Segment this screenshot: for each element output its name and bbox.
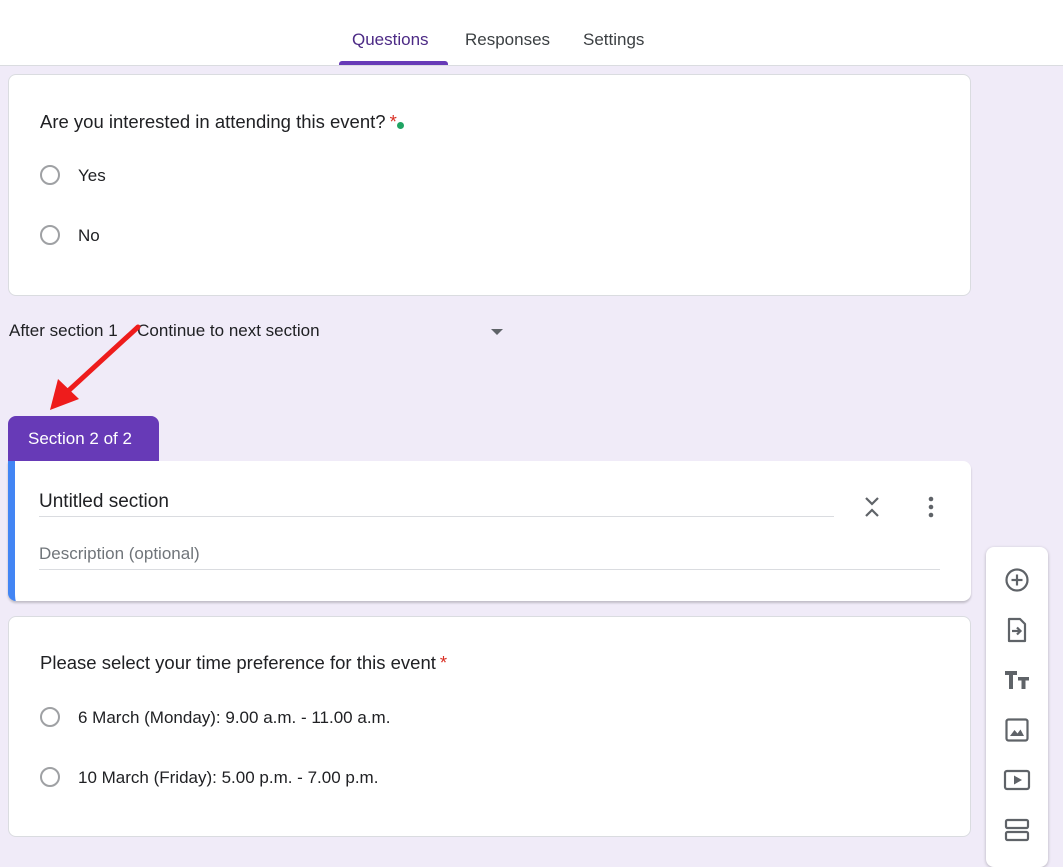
after-section-select[interactable]: Continue to next section <box>137 321 319 340</box>
tab-questions[interactable]: Questions <box>352 30 429 65</box>
import-questions-icon[interactable] <box>1002 615 1032 645</box>
more-options-icon[interactable] <box>917 493 945 521</box>
question-title: Are you interested in attending this eve… <box>40 111 397 133</box>
radio-option-2[interactable] <box>40 767 60 787</box>
question-title-text: Please select your time preference for t… <box>40 652 436 673</box>
add-question-icon[interactable] <box>1002 565 1032 595</box>
dropdown-arrow-icon[interactable] <box>491 329 503 335</box>
required-asterisk: * <box>389 111 397 132</box>
required-asterisk: * <box>439 652 448 673</box>
section-header-card[interactable]: Untitled section Description (optional) <box>8 461 971 601</box>
option-label-yes: Yes <box>78 166 106 185</box>
section-tab-label: Section 2 of 2 <box>8 416 159 461</box>
add-video-icon[interactable] <box>1002 765 1032 795</box>
add-section-icon[interactable] <box>1002 815 1032 845</box>
active-tab-indicator <box>339 61 448 65</box>
option-label-2: 10 March (Friday): 5.00 p.m. - 7.00 p.m. <box>78 768 379 787</box>
add-title-icon[interactable] <box>1002 665 1032 695</box>
after-section-label: After section 1 <box>9 321 118 340</box>
collapse-section-icon[interactable] <box>858 493 886 521</box>
question-title: Please select your time preference for t… <box>40 652 447 674</box>
after-section-navigation[interactable]: After section 1 Continue to next section <box>9 321 320 341</box>
radio-yes[interactable] <box>40 165 60 185</box>
description-underline <box>39 569 940 570</box>
add-image-icon[interactable] <box>1002 715 1032 745</box>
radio-no[interactable] <box>40 225 60 245</box>
option-label-1: 6 March (Monday): 9.00 a.m. - 11.00 a.m. <box>78 708 391 727</box>
question-card-1[interactable]: Are you interested in attending this eve… <box>8 74 971 296</box>
tab-responses[interactable]: Responses <box>465 30 550 65</box>
question-card-2[interactable]: Please select your time preference for t… <box>8 616 971 837</box>
section-description-input[interactable]: Description (optional) <box>39 544 200 564</box>
floating-toolbar <box>986 547 1048 867</box>
title-underline <box>39 516 834 517</box>
top-bar: Questions Responses Settings <box>0 0 1063 66</box>
option-label-no: No <box>78 226 100 245</box>
collaborator-cursor-dot <box>397 122 404 129</box>
section-title-input[interactable]: Untitled section <box>39 491 169 513</box>
tab-settings[interactable]: Settings <box>583 30 644 65</box>
question-title-text: Are you interested in attending this eve… <box>40 111 386 132</box>
radio-option-1[interactable] <box>40 707 60 727</box>
